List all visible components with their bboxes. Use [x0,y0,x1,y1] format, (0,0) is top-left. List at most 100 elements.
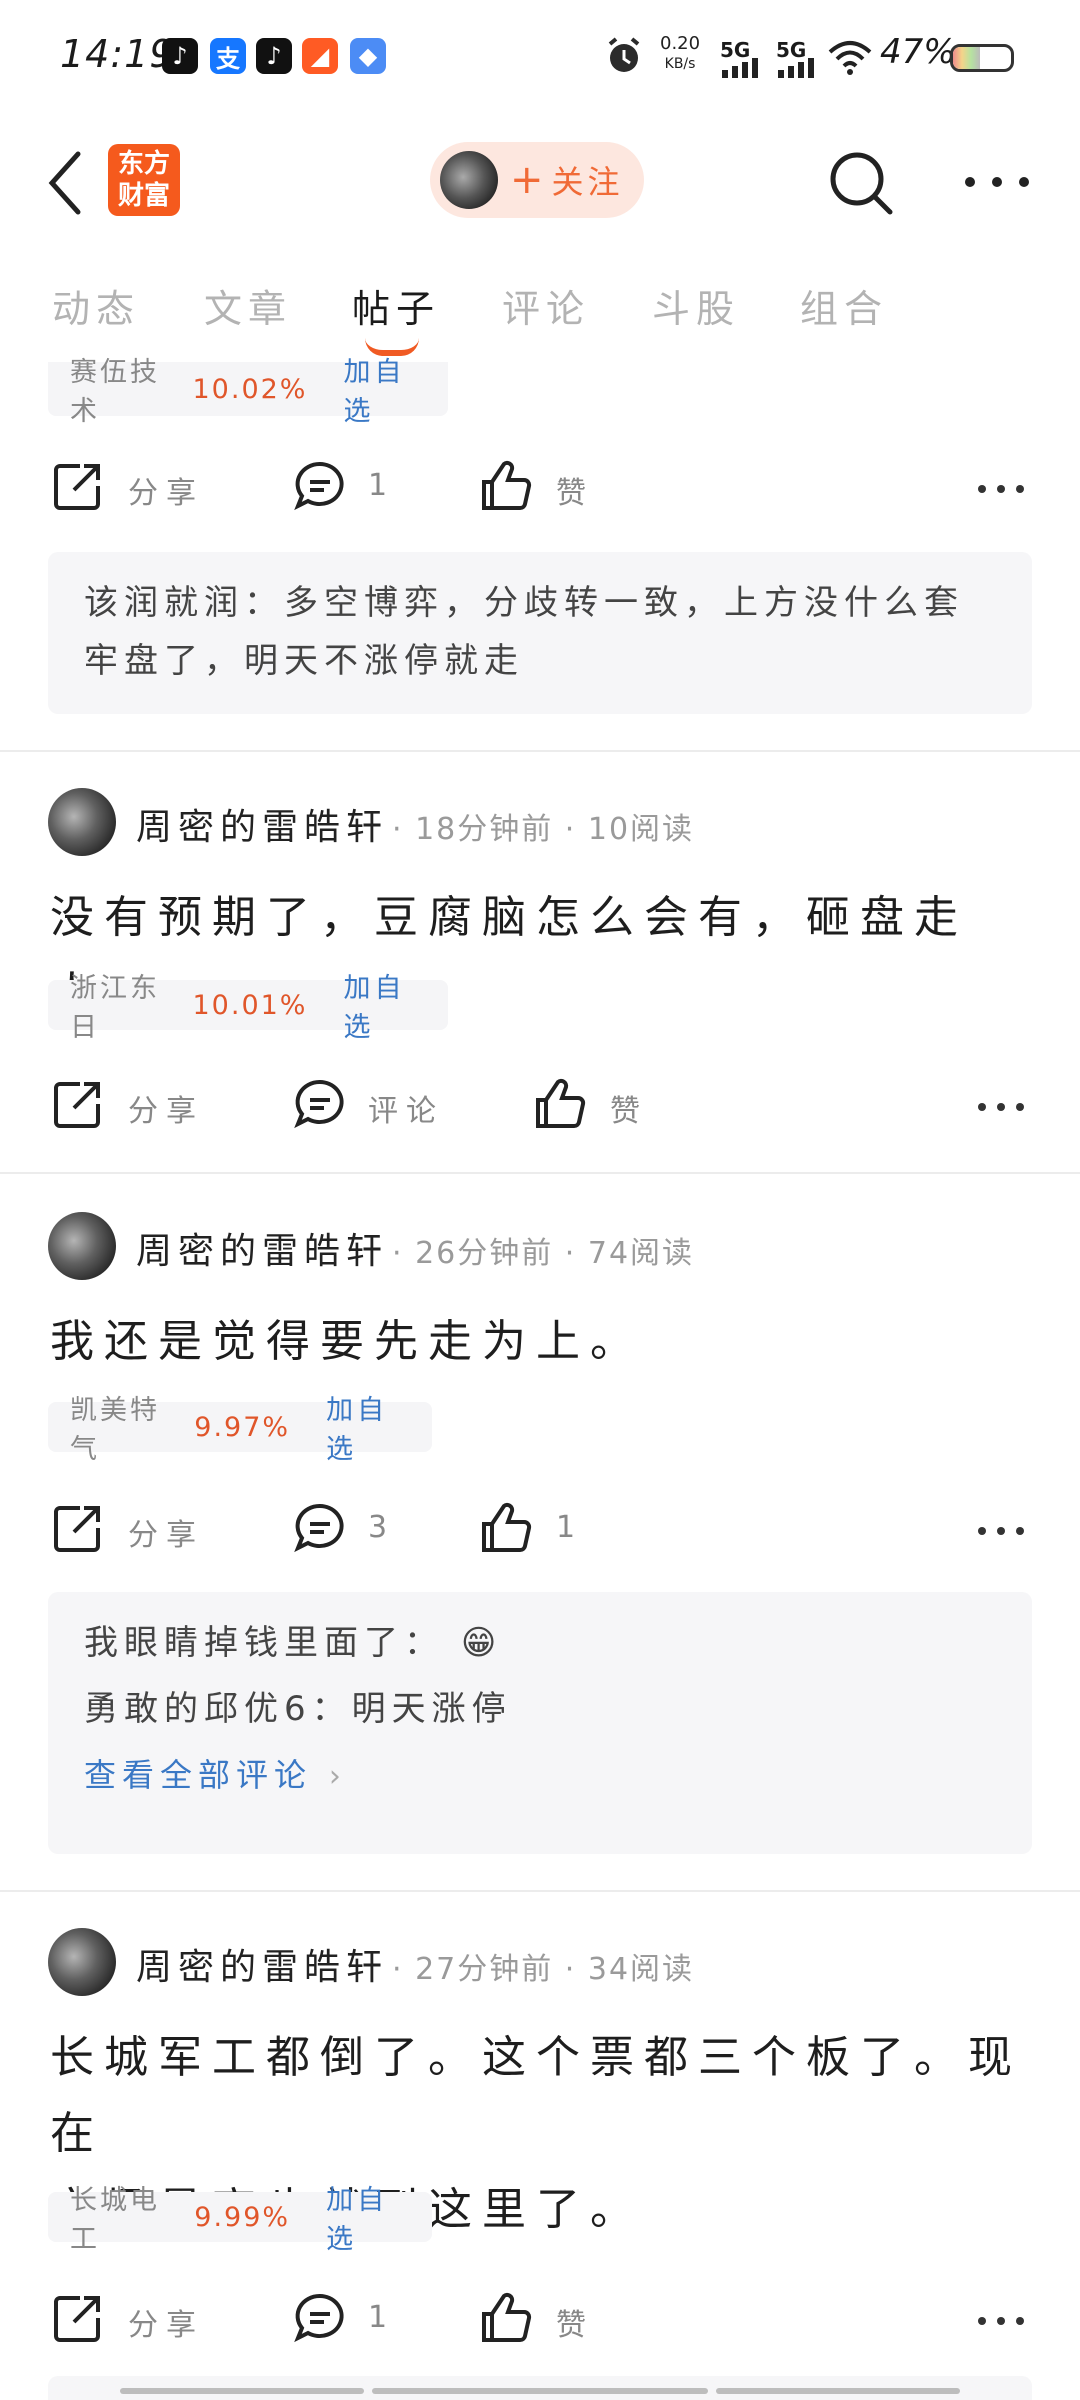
post-more-icon[interactable] [976,1524,1026,1538]
app-logo: 东方 财富 [108,144,180,216]
stock-tag[interactable]: 凯美特气 9.97% 加自选 [48,1395,432,1465]
view-all-comments-link[interactable]: 查看全部评论 › [84,1746,996,1806]
post-actions: 分享 1 赞 [0,446,1080,526]
author-avatar[interactable] [48,1212,116,1280]
tab-portfolio[interactable]: 组合 [800,278,888,333]
cell-signal-icon [722,58,758,78]
comment-icon[interactable] [292,2290,348,2346]
stock-name: 长城电工 [70,2185,160,2255]
alarm-icon [608,37,640,72]
comment-count[interactable]: 1 [368,2300,395,2335]
net-speed-unit: KB/s [664,56,696,72]
post-actions: 分享 3 1 [0,1488,1080,1568]
like-icon[interactable] [478,458,534,514]
stock-change: 10.01% [192,989,308,1021]
plus-icon: + [510,157,544,203]
share-icon[interactable] [50,2290,106,2346]
tiktok-icon: ♪ [162,38,198,74]
author-name[interactable]: 周密的雷皓轩 [136,1938,388,1990]
post-body-line: 长城军工都倒了。这个票都三个板了。现在 [50,2032,1022,2159]
like-label[interactable]: 赞 [556,2300,594,2344]
cell-signal-icon-2 [778,58,814,78]
top-nav: 东方 财富 + 关注 [0,120,1080,240]
share-icon[interactable] [50,458,106,514]
tab-stock-battle[interactable]: 斗股 [652,278,740,333]
follow-button[interactable]: + 关注 [430,142,644,218]
comment-text: 我眼睛掉钱里面了： [84,1623,444,1663]
status-bar: 14:19 ♪ 支 ♪ ◢ ◆ 0.20 KB/s 5G 5G 47% [0,0,1080,110]
like-icon[interactable] [478,1500,534,1556]
net-speed-value: 0.20 [660,33,701,54]
blue-app-icon: ◆ [350,38,386,74]
comment-text: 该润就润：多空博弈，分歧转一致，上方没什么套牢盘了，明天不涨停就走 [84,583,964,681]
status-time: 14:19 [60,32,175,76]
battery-percent: 47% [880,32,956,72]
share-icon[interactable] [50,1076,106,1132]
comment-label[interactable]: 评论 [368,1086,444,1130]
logo-line2: 财富 [117,181,170,211]
post-more-icon[interactable] [976,2314,1026,2328]
post-more-icon[interactable] [976,482,1026,496]
add-watchlist-link[interactable]: 加自选 [326,2178,410,2256]
post-actions: 分享 评论 赞 [0,1064,1080,1144]
hot-comment-box[interactable]: 我眼睛掉钱里面了： 😁 勇敢的邱优6：明天涨停 查看全部评论 › [48,1592,1032,1854]
post-more-icon[interactable] [976,1100,1026,1114]
post-meta: · 18分钟前 · 10阅读 [392,812,695,847]
like-label[interactable]: 赞 [610,1086,648,1130]
author-name[interactable]: 周密的雷皓轩 [136,1222,388,1274]
comment-item: 我眼睛掉钱里面了： 😁 [84,1614,996,1672]
stock-change: 10.02% [192,373,308,405]
wifi-icon [828,41,872,75]
comment-item: 勇敢的邱优6：明天涨停 [84,1689,512,1729]
share-label[interactable]: 分享 [128,1510,204,1554]
scroll-indicator [372,2388,708,2394]
more-icon[interactable] [962,172,1032,192]
hot-comment-box[interactable]: 该润就润：多空博弈，分歧转一致，上方没什么套牢盘了，明天不涨停就走 [48,552,1032,714]
divider [0,750,1080,752]
author-avatar[interactable] [48,788,116,856]
view-all-label[interactable]: 查看全部评论 [84,1756,312,1794]
stock-tag[interactable]: 长城电工 9.99% 加自选 [48,2185,432,2255]
like-label[interactable]: 赞 [556,468,594,512]
like-icon[interactable] [478,2290,534,2346]
orange-app-icon: ◢ [302,38,338,74]
comment-icon[interactable] [292,1076,348,1132]
search-icon[interactable] [826,148,896,218]
tab-bar: 动态 文章 帖子 评论 斗股 组合 [0,270,1080,356]
chevron-right-icon: › [328,1759,347,1794]
post-meta: · 27分钟前 · 34阅读 [392,1952,695,1987]
tab-comments[interactable]: 评论 [502,278,590,333]
share-label[interactable]: 分享 [128,468,204,512]
scroll-indicator [716,2388,960,2394]
share-label[interactable]: 分享 [128,1086,204,1130]
stock-tag[interactable]: 浙江东日 10.01% 加自选 [48,973,448,1043]
logo-line1: 东方 [117,149,170,179]
add-watchlist-link[interactable]: 加自选 [343,350,426,428]
divider [0,1890,1080,1892]
add-watchlist-link[interactable]: 加自选 [326,1388,410,1466]
author-avatar[interactable] [48,1928,116,1996]
add-watchlist-link[interactable]: 加自选 [343,966,426,1044]
avatar [440,151,498,209]
share-icon[interactable] [50,1500,106,1556]
scroll-indicator [120,2388,364,2394]
comment-count[interactable]: 1 [368,468,395,503]
author-name[interactable]: 周密的雷皓轩 [136,798,388,850]
tab-posts[interactable]: 帖子 [352,278,440,333]
like-icon[interactable] [532,1076,588,1132]
comment-icon[interactable] [292,1500,348,1556]
stock-tag[interactable]: 赛伍技术 10.02% 加自选 [48,357,448,427]
net-speed: 0.20 KB/s [660,34,700,74]
tab-articles[interactable]: 文章 [204,278,292,333]
tiktok-icon-2: ♪ [256,38,292,74]
comment-icon[interactable] [292,458,348,514]
tab-dynamics[interactable]: 动态 [52,278,140,333]
comment-count[interactable]: 3 [368,1510,395,1545]
like-count[interactable]: 1 [556,1510,583,1545]
follow-label: 关注 [551,163,624,201]
share-label[interactable]: 分享 [128,2300,204,2344]
back-arrow-icon[interactable] [46,148,86,218]
post-body[interactable]: 我还是觉得要先走为上。 [50,1304,1040,1380]
stock-name: 赛伍技术 [70,357,160,427]
divider [0,1172,1080,1174]
